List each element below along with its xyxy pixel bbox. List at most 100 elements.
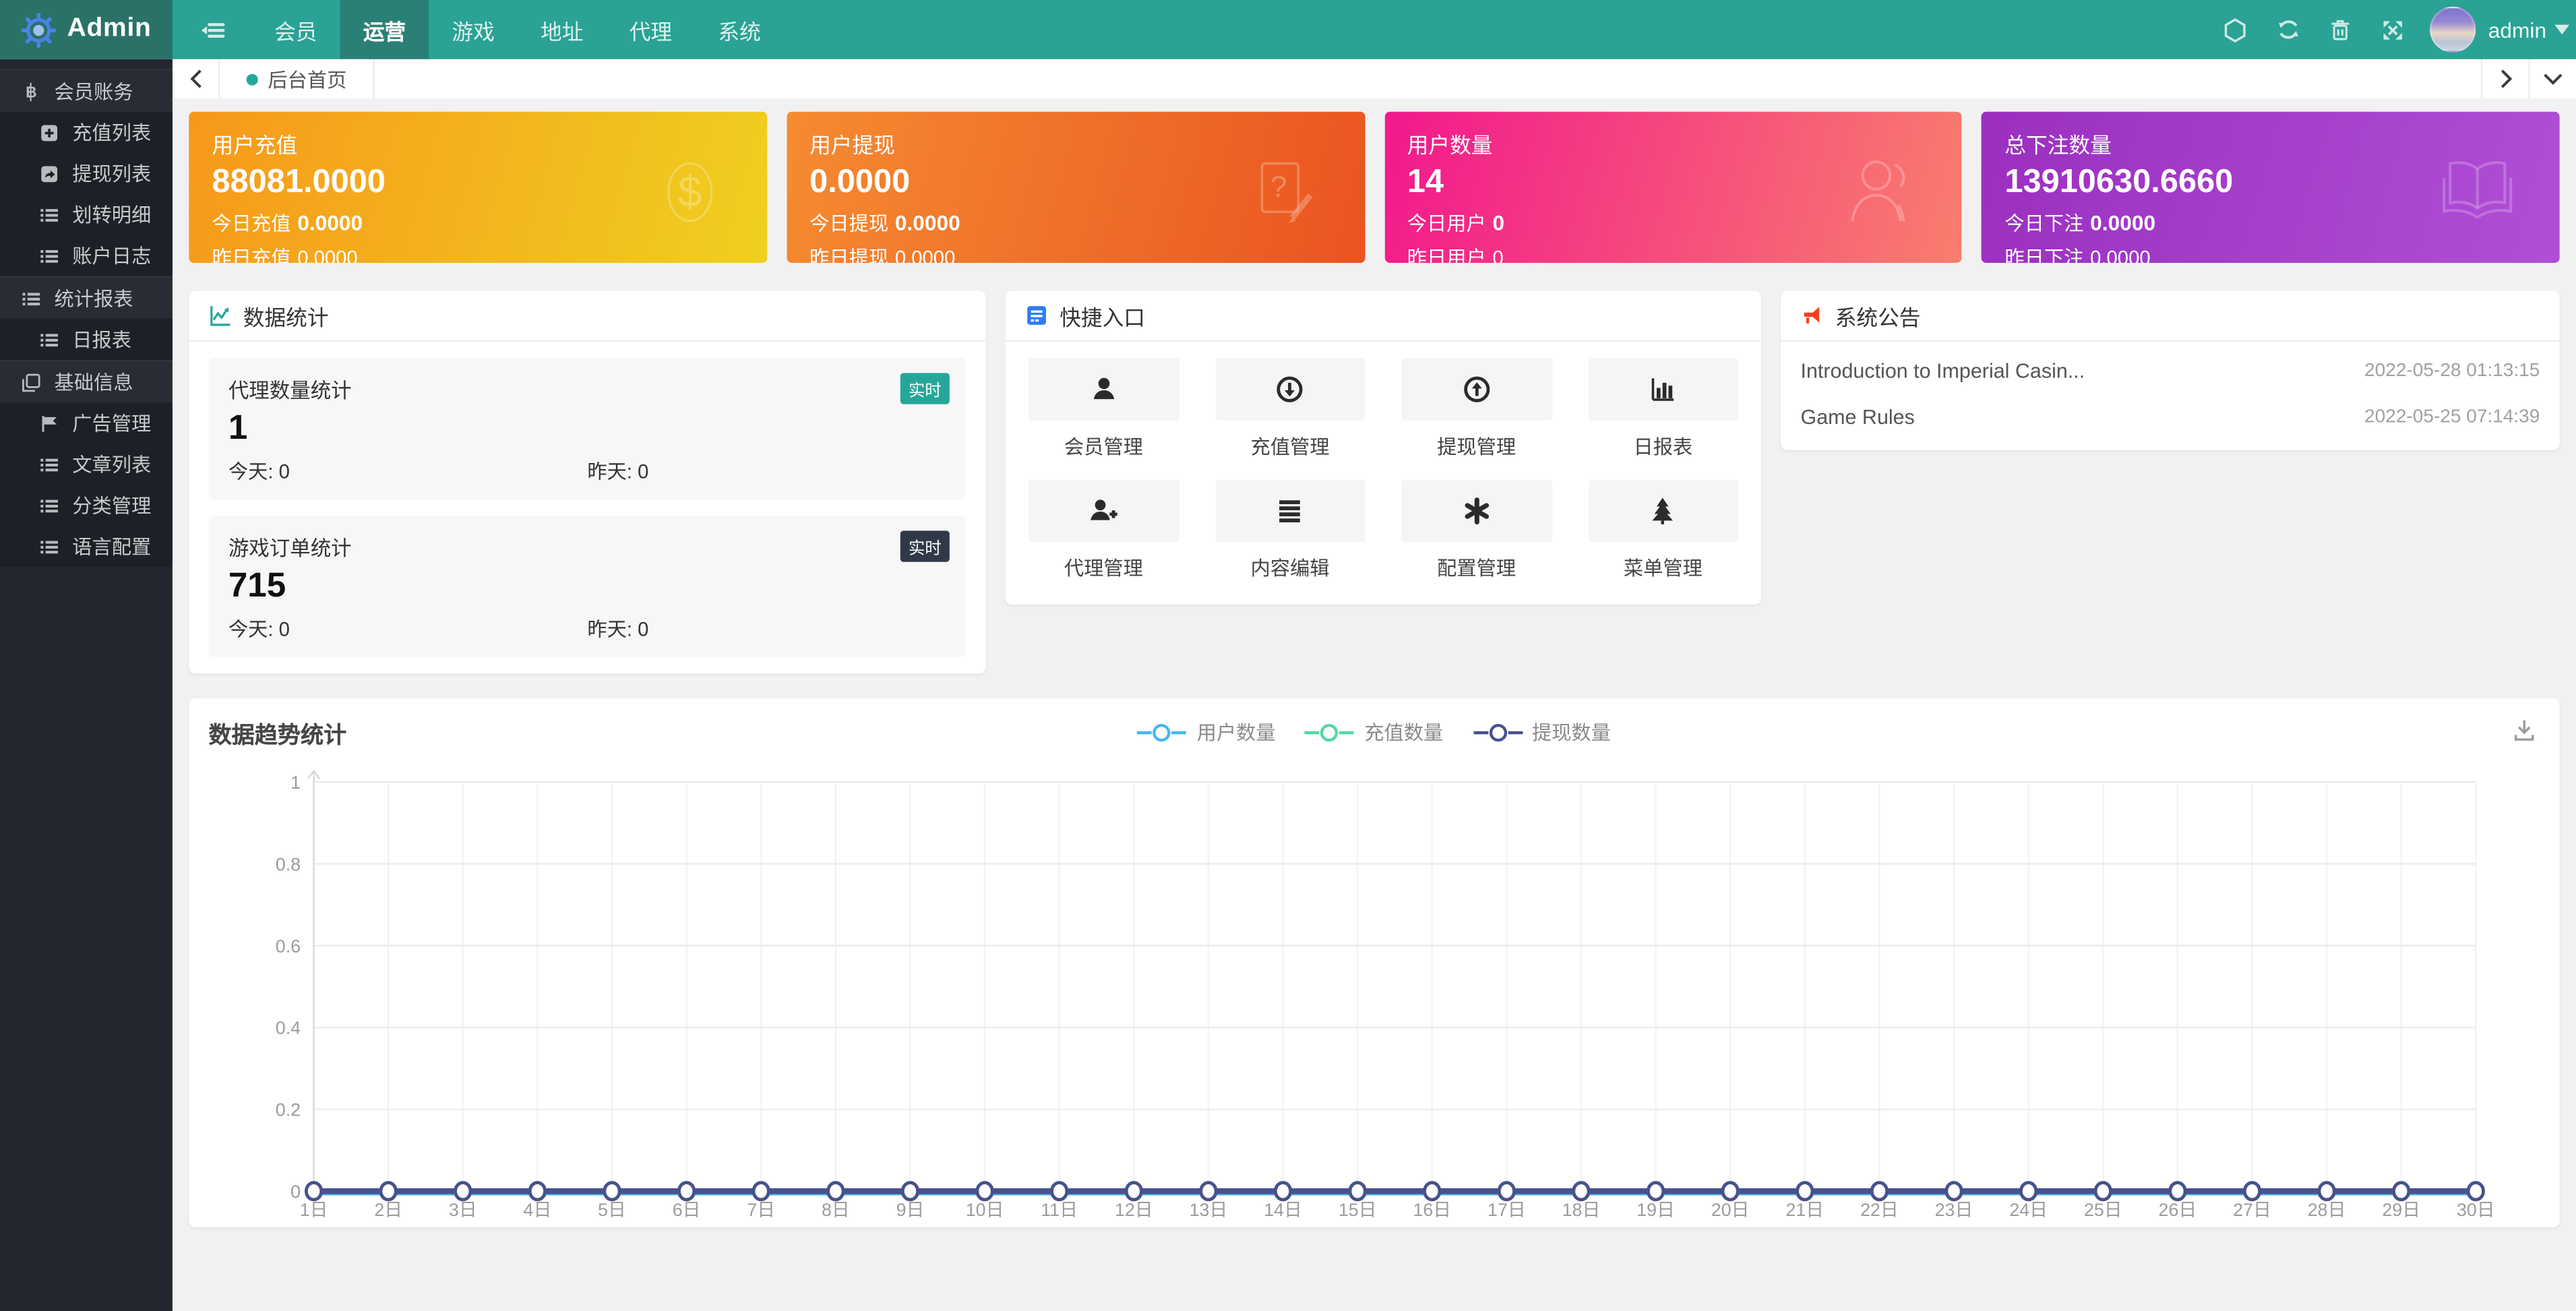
sidebar-item-category-management[interactable]: 分类管理 [0,485,173,526]
svg-text:1: 1 [290,772,301,793]
realtime-badge: 实时 [900,373,950,404]
shortcut-label: 日报表 [1588,432,1738,460]
sidebar-item-recharge-list[interactable]: 充值列表 [0,112,173,153]
plus-square-icon [38,123,61,142]
avatar[interactable] [2429,7,2475,53]
tab-collapse-button[interactable] [2528,59,2576,99]
svg-text:3日: 3日 [449,1200,477,1217]
shortcut-withdraw-management[interactable]: 提现管理 [1401,358,1552,470]
stat-value: 1 [228,409,946,449]
sidebar-item-member-accounts[interactable]: B 会员账务 [0,69,173,111]
user-outline-icon [1841,151,1920,233]
tab-home[interactable]: 后台首页 [220,59,375,99]
sidebar-item-daily-report[interactable]: 日报表 [0,319,173,360]
notice-item[interactable]: Game Rules 2022-05-25 07:14:39 [1781,394,2559,440]
card-yesterday-value: 0.0000 [2090,247,2150,263]
menu-indent-icon[interactable] [173,0,251,59]
user-icon [1088,375,1118,404]
notice-item[interactable]: Introduction to Imperial Casin... 2022-0… [1781,348,2559,394]
svg-text:20日: 20日 [1711,1200,1750,1217]
card-today-value: 0 [1493,210,1505,235]
nav-item-games[interactable]: 游戏 [429,0,518,59]
shortcut-recharge-management[interactable]: 充值管理 [1215,358,1366,470]
legend-recharge-count[interactable]: 充值数量 [1306,718,1444,745]
stat-yesterday: 昨天: 0 [587,615,946,642]
quick-entry-panel: 快捷入口 会员管理 [1006,291,1761,605]
svg-text:1日: 1日 [300,1200,328,1217]
list-icon [38,330,61,349]
tab-scroll-left-button[interactable] [173,59,220,99]
svg-text:25日: 25日 [2084,1200,2122,1217]
shortcut-member-management[interactable]: 会员管理 [1029,358,1179,470]
panel-header: 系统公告 [1781,291,2559,342]
top-navbar: Admin 会员 运营 游戏 地址 代理 系统 [0,0,2576,59]
data-statistics-panel: 数据统计 代理数量统计 实时 1 今天: 0 昨天: 0 游戏订单统计 [189,291,985,673]
svg-text:6日: 6日 [673,1200,701,1217]
shortcut-menu-management[interactable]: 菜单管理 [1588,480,1738,592]
table-card-icon [1025,304,1048,327]
shortcut-label: 提现管理 [1401,432,1552,460]
stat-label: 游戏订单统计 [228,530,946,561]
trash-icon[interactable] [2314,0,2366,59]
legend-withdraw-count[interactable]: 提现数量 [1473,718,1611,745]
nav-item-agents[interactable]: 代理 [607,0,696,59]
sidebar-item-label: 基础信息 [54,368,133,396]
svg-text:8日: 8日 [822,1200,850,1217]
svg-text:0: 0 [290,1182,301,1202]
card-user-recharge: 用户充值 88081.0000 今日充值0.0000 昨日充值0.0000 $ [189,112,766,263]
hexagon-icon[interactable] [2209,0,2261,59]
nav-item-address[interactable]: 地址 [518,0,607,59]
nav-item-system[interactable]: 系统 [695,0,784,59]
stat-cards-row: 用户充值 88081.0000 今日充值0.0000 昨日充值0.0000 $ … [189,112,2559,263]
tab-label: 后台首页 [268,65,346,92]
sidebar-item-transfer-details[interactable]: 划转明细 [0,194,173,235]
panel-header: 数据统计 [189,291,985,342]
stat-today: 今天: 0 [228,615,588,642]
user-plus-icon [1088,496,1118,526]
card-yesterday-label: 昨日充值 [212,247,290,263]
svg-text:23日: 23日 [1935,1200,1973,1217]
svg-text:12日: 12日 [1115,1200,1153,1217]
download-icon[interactable] [2512,718,2537,743]
realtime-badge: 实时 [900,530,950,561]
book-icon [2438,156,2517,228]
sidebar-item-language-config[interactable]: 语言配置 [0,526,173,567]
svg-text:29日: 29日 [2382,1200,2420,1217]
list-icon [38,245,61,265]
admin-dashboard: Admin 会员 运营 游戏 地址 代理 系统 [0,0,2576,1311]
shortcut-label: 内容编辑 [1215,553,1366,581]
fullscreen-icon[interactable] [2366,0,2419,59]
refresh-icon[interactable] [2261,0,2314,59]
svg-text:16日: 16日 [1413,1200,1451,1217]
notice-time: 2022-05-28 01:13:15 [2364,361,2540,381]
sidebar-item-ad-management[interactable]: 广告管理 [0,402,173,444]
sidebar-item-withdraw-list[interactable]: 提现列表 [0,153,173,194]
tree-icon [1648,496,1678,526]
shortcut-agent-management[interactable]: 代理管理 [1029,480,1179,592]
shortcut-content-edit[interactable]: 内容编辑 [1215,480,1366,592]
sidebar-item-statistics-reports[interactable]: 统计报表 [0,276,173,319]
card-yesterday-label: 昨日提现 [809,247,888,263]
nav-item-operations[interactable]: 运营 [340,0,429,59]
shortcut-config-management[interactable]: 配置管理 [1401,480,1552,592]
agent-count-stat: 代理数量统计 实时 1 今天: 0 昨天: 0 [209,358,967,499]
sidebar-item-label: 分类管理 [72,491,151,519]
trend-line-chart: 00.20.40.60.811日2日3日4日5日6日7日8日9日10日11日12… [206,770,2575,1217]
user-menu[interactable]: admin [2488,18,2569,42]
svg-text:19日: 19日 [1636,1200,1675,1217]
legend-user-count[interactable]: 用户数量 [1138,718,1276,745]
brand-name: Admin [67,15,152,44]
sidebar-item-basic-info[interactable]: 基础信息 [0,360,173,402]
list-icon [20,288,42,308]
brand[interactable]: Admin [0,0,173,59]
legend-label: 提现数量 [1532,718,1611,745]
sidebar-item-account-logs[interactable]: 账户日志 [0,235,173,276]
tabbar: 后台首页 [173,59,2576,100]
svg-text:27日: 27日 [2233,1200,2271,1217]
tab-scroll-right-button[interactable] [2481,59,2529,99]
shortcut-daily-report[interactable]: 日报表 [1588,358,1738,470]
nav-item-members[interactable]: 会员 [251,0,340,59]
panel-header: 快捷入口 [1006,291,1761,342]
sidebar-item-article-list[interactable]: 文章列表 [0,444,173,485]
list-icon [38,537,61,556]
